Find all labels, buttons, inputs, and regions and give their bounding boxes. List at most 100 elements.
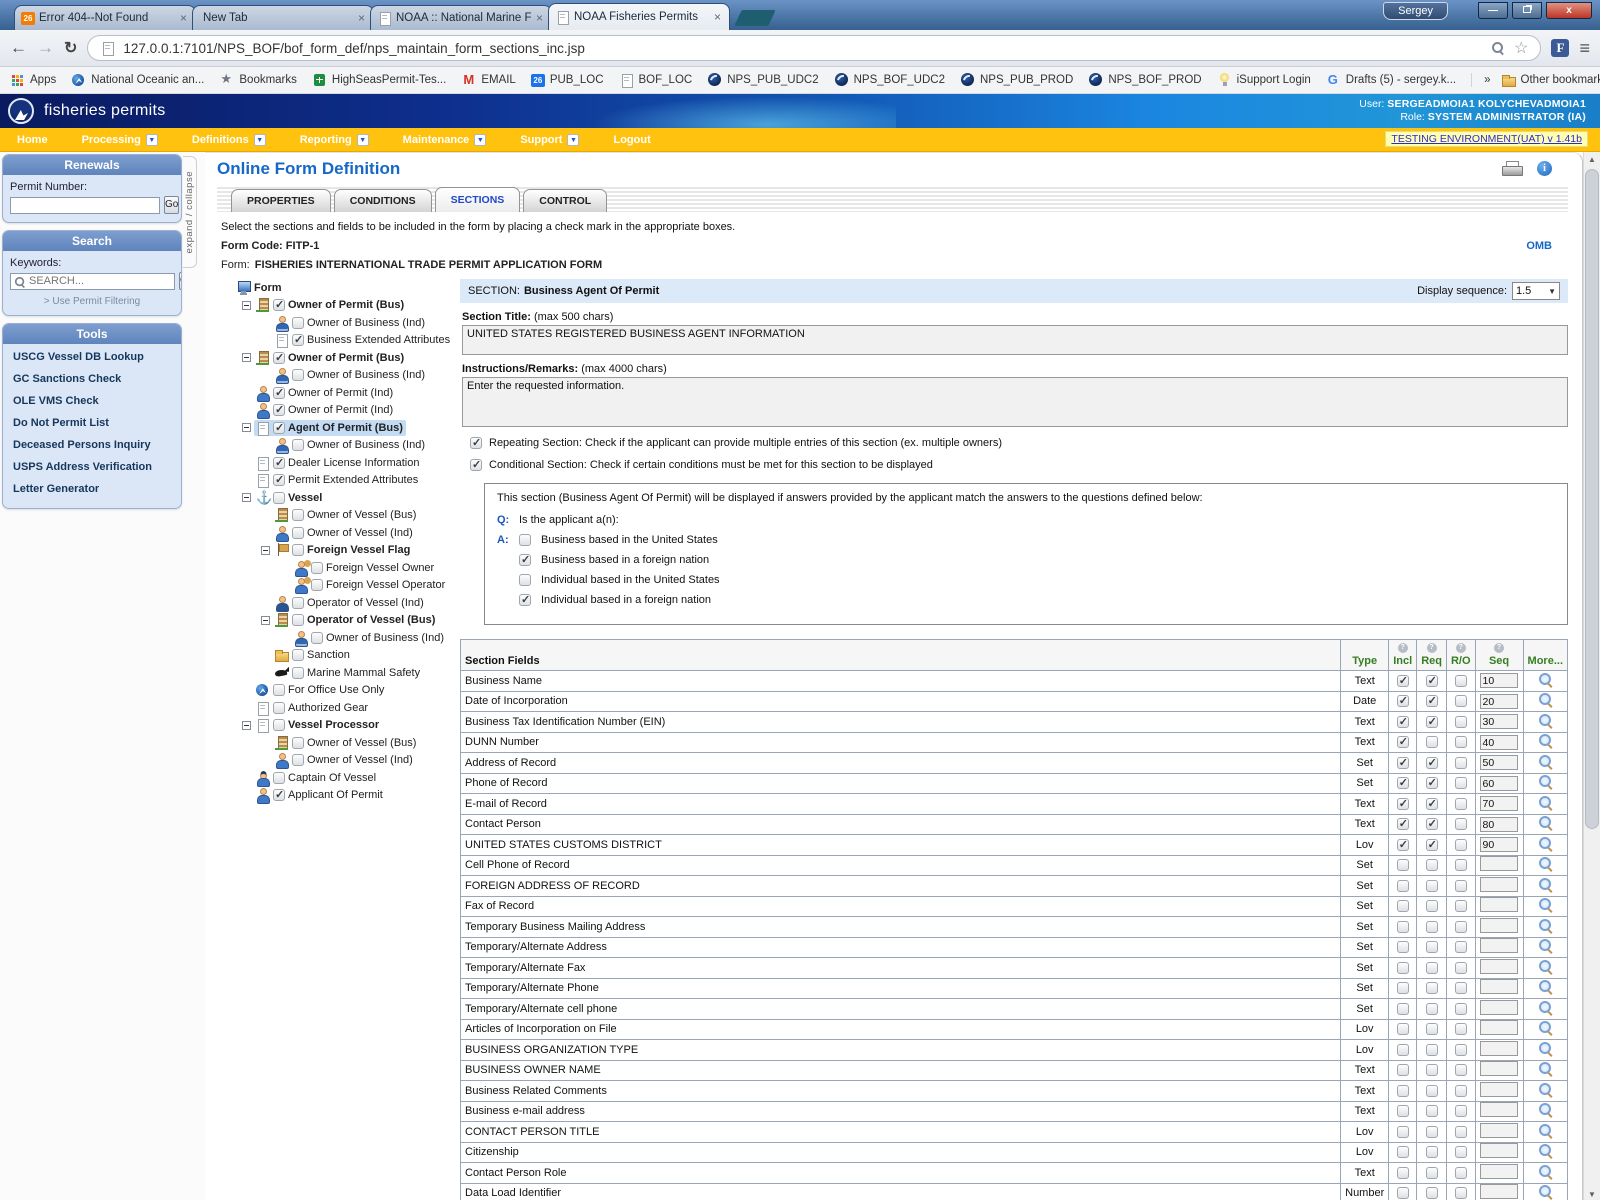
bookmark-item[interactable]: 26PUB_LOC [531,74,604,87]
incl-checkbox[interactable] [1397,921,1409,933]
tree-item-checkbox[interactable] [273,404,285,416]
bookmark-item[interactable]: iSupport Login [1217,73,1311,87]
browser-tab[interactable]: 26Error 404--Not Found× [14,5,196,30]
tree-item[interactable]: Foreign Vessel Operator [219,577,450,595]
incl-checkbox[interactable] [1397,900,1409,912]
incl-checkbox[interactable] [1397,1105,1409,1117]
forward-icon[interactable]: → [37,38,54,58]
incl-checkbox[interactable] [1397,757,1409,769]
nav-item-definitions[interactable]: Definitions▼ [175,128,283,151]
bookmark-item[interactable]: Drafts (5) - sergey.k... [1326,73,1456,87]
req-checkbox[interactable] [1426,962,1438,974]
browser-tab[interactable]: NOAA :: National Marine F× [370,5,552,30]
bookmark-star-icon[interactable]: ☆ [1514,38,1528,58]
req-checkbox[interactable] [1426,941,1438,953]
magnifier-icon[interactable] [1539,1144,1552,1157]
seq-input[interactable]: 30 [1480,714,1518,729]
magnifier-icon[interactable] [1539,1124,1552,1137]
browser-tab[interactable]: NOAA Fisheries Permits× [548,3,730,30]
ro-checkbox[interactable] [1455,1023,1467,1035]
tree-item[interactable]: Owner of Business (Ind) [219,629,450,647]
tool-link[interactable]: USPS Address Verification [10,456,174,478]
print-icon[interactable] [1502,161,1521,176]
answer-checkbox[interactable] [519,534,531,546]
permit-filtering-link[interactable]: > Use Permit Filtering [10,296,174,307]
ro-checkbox[interactable] [1455,777,1467,789]
browser-profile-button[interactable]: Sergey [1383,2,1448,20]
help-icon[interactable]: ? [1427,643,1437,653]
ro-checkbox[interactable] [1455,716,1467,728]
help-icon[interactable]: ? [1398,643,1408,653]
incl-checkbox[interactable] [1397,1085,1409,1097]
ro-checkbox[interactable] [1455,1085,1467,1097]
tree-item[interactable]: Owner of Business (Ind) [219,437,450,455]
magnifier-icon[interactable] [1539,1042,1552,1055]
seq-input[interactable]: 10 [1480,673,1518,688]
incl-checkbox[interactable] [1397,695,1409,707]
tree-item[interactable]: Authorized Gear [219,699,450,717]
magnifier-icon[interactable] [1539,816,1552,829]
tree-item[interactable]: Owner of Permit (Ind) [219,384,450,402]
seq-input[interactable] [1480,918,1518,933]
magnifier-icon[interactable] [1539,919,1552,932]
close-button[interactable]: x [1546,2,1592,19]
renewals-go-button[interactable]: Go [164,196,179,214]
req-checkbox[interactable] [1426,695,1438,707]
tree-item[interactable]: Vessel Processor [219,717,450,735]
minimize-button[interactable]: — [1478,2,1508,19]
tree-item-checkbox[interactable] [273,457,285,469]
tree-item-checkbox[interactable] [273,387,285,399]
bookmark-item[interactable]: NPS_PUB_PROD [960,73,1073,87]
magnifier-icon[interactable] [1539,1021,1552,1034]
incl-checkbox[interactable] [1397,982,1409,994]
seq-input[interactable]: 50 [1480,755,1518,770]
seq-input[interactable] [1480,1123,1518,1138]
help-icon[interactable]: ? [1494,643,1504,653]
req-checkbox[interactable] [1426,1085,1438,1097]
seq-input[interactable] [1480,1143,1518,1158]
tree-item[interactable]: Vessel [219,489,450,507]
ro-checkbox[interactable] [1455,859,1467,871]
tree-item-checkbox[interactable] [292,667,304,679]
answer-checkbox[interactable] [519,574,531,586]
req-checkbox[interactable] [1426,1064,1438,1076]
expand-collapse-strip[interactable]: expand / collapse [183,156,197,268]
seq-input[interactable] [1480,877,1518,892]
tree-item-checkbox[interactable] [273,474,285,486]
req-checkbox[interactable] [1426,777,1438,789]
req-checkbox[interactable] [1426,818,1438,830]
section-title-textarea[interactable]: UNITED STATES REGISTERED BUSINESS AGENT … [462,325,1568,355]
tree-item-checkbox[interactable] [292,317,304,329]
tree-item-checkbox[interactable] [273,684,285,696]
magnifier-icon[interactable] [1539,775,1552,788]
answer-checkbox[interactable] [519,554,531,566]
tree-item-checkbox[interactable] [311,579,323,591]
magnifier-icon[interactable] [1539,673,1552,686]
search-go-button[interactable]: Go [179,272,182,290]
seq-input[interactable] [1480,979,1518,994]
seq-input[interactable] [1480,1020,1518,1035]
seq-input[interactable]: 60 [1480,776,1518,791]
extension-f-icon[interactable]: F [1551,39,1569,57]
req-checkbox[interactable] [1426,1105,1438,1117]
incl-checkbox[interactable] [1397,1044,1409,1056]
ro-checkbox[interactable] [1455,962,1467,974]
ro-checkbox[interactable] [1455,839,1467,851]
browser-tab[interactable]: New Tab× [192,5,374,30]
tool-link[interactable]: GC Sanctions Check [10,368,174,390]
tab-close-icon[interactable]: × [712,10,723,24]
other-bookmarks[interactable]: Other bookmarks [1501,73,1600,87]
tree-item-checkbox[interactable] [292,649,304,661]
tree-item-checkbox[interactable] [311,562,323,574]
tool-link[interactable]: Deceased Persons Inquiry [10,434,174,456]
ro-checkbox[interactable] [1455,798,1467,810]
ro-checkbox[interactable] [1455,941,1467,953]
seq-input[interactable] [1480,1061,1518,1076]
reload-icon[interactable]: ↻ [64,38,77,58]
nav-item-home[interactable]: Home [0,128,65,151]
seq-input[interactable] [1480,1041,1518,1056]
req-checkbox[interactable] [1426,1187,1438,1199]
ro-checkbox[interactable] [1455,1187,1467,1199]
ro-checkbox[interactable] [1455,1167,1467,1179]
ro-checkbox[interactable] [1455,1064,1467,1076]
